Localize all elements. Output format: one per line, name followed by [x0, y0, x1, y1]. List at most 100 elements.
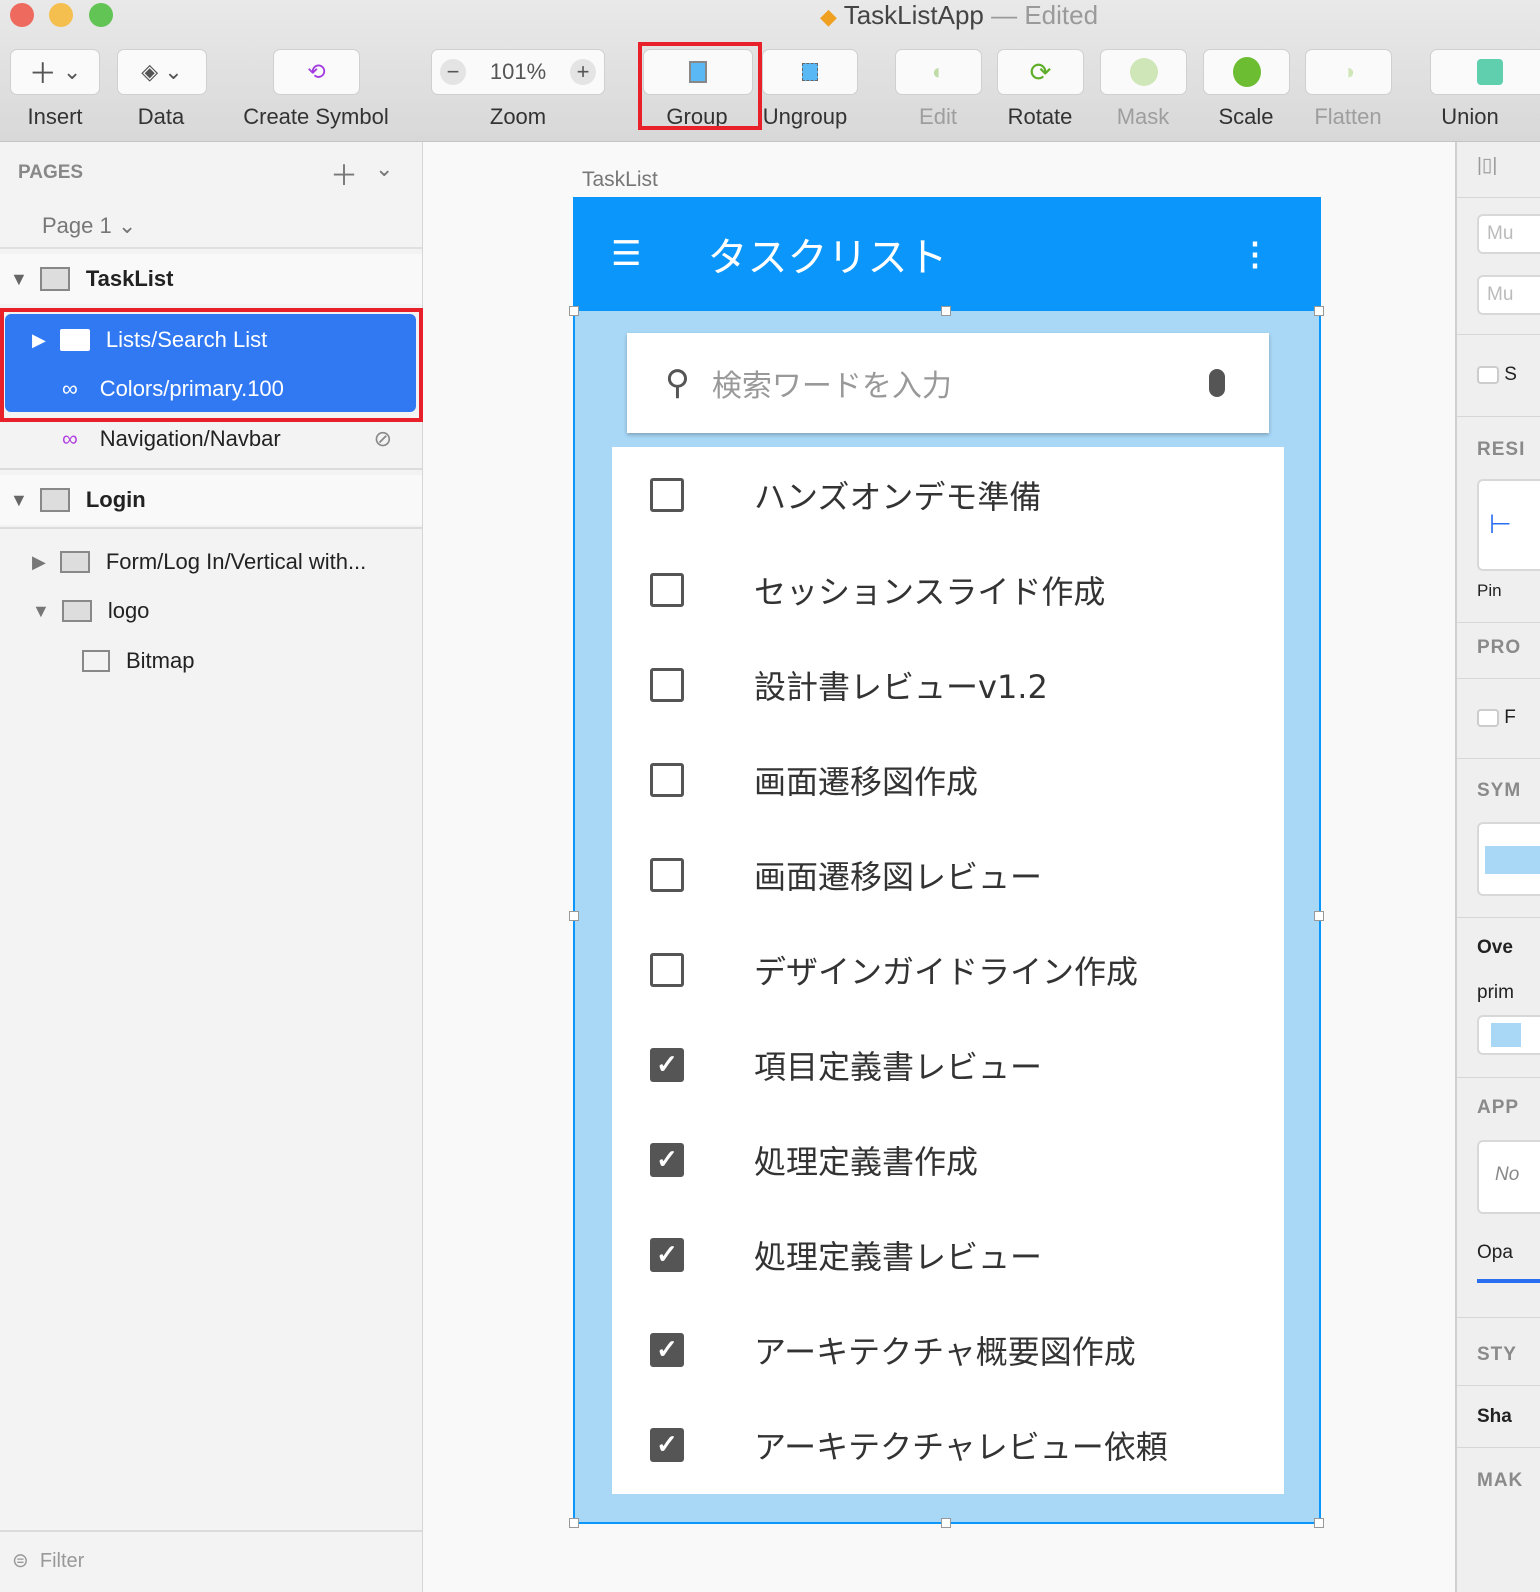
sketch-file-icon: ◆	[820, 4, 837, 29]
task-row: 画面遷移図作成	[612, 732, 1284, 827]
more-vert-icon[interactable]: ⋮	[1239, 235, 1271, 273]
resize-handle[interactable]	[569, 1518, 579, 1528]
layer-colors-primary[interactable]: ∞ Colors/primary.100	[0, 364, 422, 414]
style-header: STY	[1477, 1344, 1517, 1365]
layer-logo[interactable]: ▼ logo	[0, 586, 422, 636]
layer-form[interactable]: ▶ Form/Log In/Vertical with...	[0, 537, 422, 587]
microphone-icon[interactable]	[1209, 369, 1225, 397]
symbol-preview[interactable]	[1477, 822, 1540, 896]
check-icon: ✓	[656, 1049, 678, 1079]
mask-button[interactable]	[1100, 49, 1187, 95]
zoom-out-button[interactable]: −	[440, 59, 466, 85]
task-checkbox[interactable]	[650, 952, 684, 987]
task-row: ✓ 処理定義書作成	[612, 1112, 1284, 1207]
checkbox-row[interactable]: S	[1477, 364, 1517, 386]
resize-handle[interactable]	[569, 911, 579, 921]
disclosure-down-icon[interactable]: ▼	[10, 490, 28, 511]
chevron-down-icon: ⌄	[62, 59, 82, 84]
resizing-widget[interactable]: ⊢	[1477, 479, 1540, 571]
task-checkbox[interactable]	[650, 857, 684, 892]
task-label: セッションスライド作成	[754, 572, 1106, 611]
layer-search-list[interactable]: ▶ Lists/Search List	[0, 315, 422, 365]
task-label: アーキテクチャ概要図作成	[754, 1332, 1136, 1371]
task-label: 処理定義書作成	[754, 1142, 979, 1181]
task-checkbox[interactable]: ✓	[650, 1237, 684, 1272]
artboard-icon	[39, 488, 70, 512]
disclosure-down-icon[interactable]: ▼	[32, 601, 50, 622]
resize-handle[interactable]	[941, 1518, 951, 1528]
task-checkbox[interactable]: ✓	[650, 1427, 684, 1462]
create-symbol-button[interactable]: ⟲	[273, 49, 360, 95]
resize-handle[interactable]	[941, 306, 951, 316]
task-checkbox[interactable]	[650, 477, 684, 512]
layer-style-field[interactable]: No	[1477, 1140, 1540, 1214]
opacity-slider[interactable]	[1477, 1279, 1540, 1283]
ungroup-icon	[802, 63, 818, 81]
insert-button[interactable]: ＋ ⌄	[10, 49, 100, 95]
minimize-window-button[interactable]	[49, 3, 73, 27]
image-icon	[82, 650, 110, 672]
folder-icon	[59, 551, 90, 573]
layer-artboard-tasklist[interactable]: ▼ TaskList	[0, 254, 422, 304]
menu-icon[interactable]: ☰	[611, 234, 641, 274]
layer-navbar[interactable]: ∞ Navigation/Navbar ⊘	[0, 414, 422, 464]
edit-button[interactable]: ◐	[895, 49, 982, 95]
disclosure-right-icon[interactable]: ▶	[32, 330, 46, 351]
zoom-window-button[interactable]	[89, 3, 113, 27]
union-button[interactable]	[1430, 49, 1540, 95]
mask-icon	[1129, 58, 1158, 86]
task-checkbox[interactable]	[650, 667, 684, 702]
checkbox-row[interactable]: F	[1477, 707, 1516, 729]
pin-label: Pin	[1477, 581, 1502, 600]
zoom-in-button[interactable]: +	[570, 59, 596, 85]
close-window-button[interactable]	[10, 3, 34, 27]
collapse-pages-button[interactable]: ⌄	[375, 156, 393, 182]
hidden-eye-icon[interactable]: ⊘	[374, 426, 392, 452]
data-button[interactable]: ◈ ⌄	[117, 49, 207, 95]
shadows-header: Sha	[1477, 1406, 1512, 1427]
layer-bitmap[interactable]: Bitmap	[0, 636, 422, 686]
task-label: 画面遷移図作成	[754, 762, 979, 801]
insert-label: Insert	[27, 104, 83, 129]
task-checkbox[interactable]: ✓	[650, 1047, 684, 1082]
task-label: デザインガイドライン作成	[754, 952, 1139, 991]
filter-input[interactable]: ⊜ Filter	[12, 1548, 84, 1573]
disclosure-down-icon[interactable]: ▼	[10, 269, 28, 290]
layer-label: TaskList	[85, 266, 174, 291]
page-selector[interactable]: Page 1 ⌄	[42, 213, 136, 239]
edit-path-icon: ◐	[931, 59, 946, 84]
color-override-field[interactable]	[1477, 1015, 1540, 1055]
override-field[interactable]: Mu	[1477, 275, 1540, 315]
layer-label: Login	[85, 487, 146, 512]
rotate-button[interactable]: ⟳	[997, 49, 1084, 95]
scale-button[interactable]	[1203, 49, 1290, 95]
symbol-header: SYM	[1477, 780, 1522, 801]
resize-handle[interactable]	[1314, 1518, 1324, 1528]
data-label: Data	[137, 104, 185, 129]
flatten-button[interactable]: ◑	[1305, 49, 1392, 95]
zoom-value: 101%	[489, 59, 547, 84]
resize-handle[interactable]	[1314, 306, 1324, 316]
search-bar[interactable]: ⚲ 検索ワードを入力	[627, 333, 1269, 433]
flatten-label: Flatten	[1314, 104, 1382, 129]
resize-handle[interactable]	[569, 306, 579, 316]
task-checkbox[interactable]	[650, 762, 684, 797]
inspector-panel: |▯| Mu Mu S RESI ⊢ Pin PRO F SYM Ove pri…	[1455, 142, 1540, 1592]
disclosure-right-icon[interactable]: ▶	[32, 552, 46, 573]
artboard-label[interactable]: TaskList	[582, 168, 658, 192]
window-title: ◆ TaskListApp — Edited	[820, 0, 1099, 30]
pages-header: PAGES	[18, 162, 84, 183]
add-page-button[interactable]: ＋	[330, 154, 358, 194]
symbol-instance-icon: ∞	[62, 426, 78, 451]
task-checkbox[interactable]	[650, 572, 684, 607]
task-checkbox[interactable]: ✓	[650, 1332, 684, 1367]
align-icon[interactable]: |▯|	[1477, 154, 1497, 177]
create-symbol-label: Create Symbol	[243, 104, 389, 129]
task-row: ✓ アーキテクチャレビュー依頼	[612, 1397, 1284, 1492]
layer-artboard-login[interactable]: ▼ Login	[0, 475, 422, 525]
resize-handle[interactable]	[1314, 911, 1324, 921]
task-checkbox[interactable]: ✓	[650, 1142, 684, 1177]
ungroup-button[interactable]	[762, 49, 858, 95]
override-field[interactable]: Mu	[1477, 214, 1540, 254]
scale-icon	[1232, 57, 1261, 87]
